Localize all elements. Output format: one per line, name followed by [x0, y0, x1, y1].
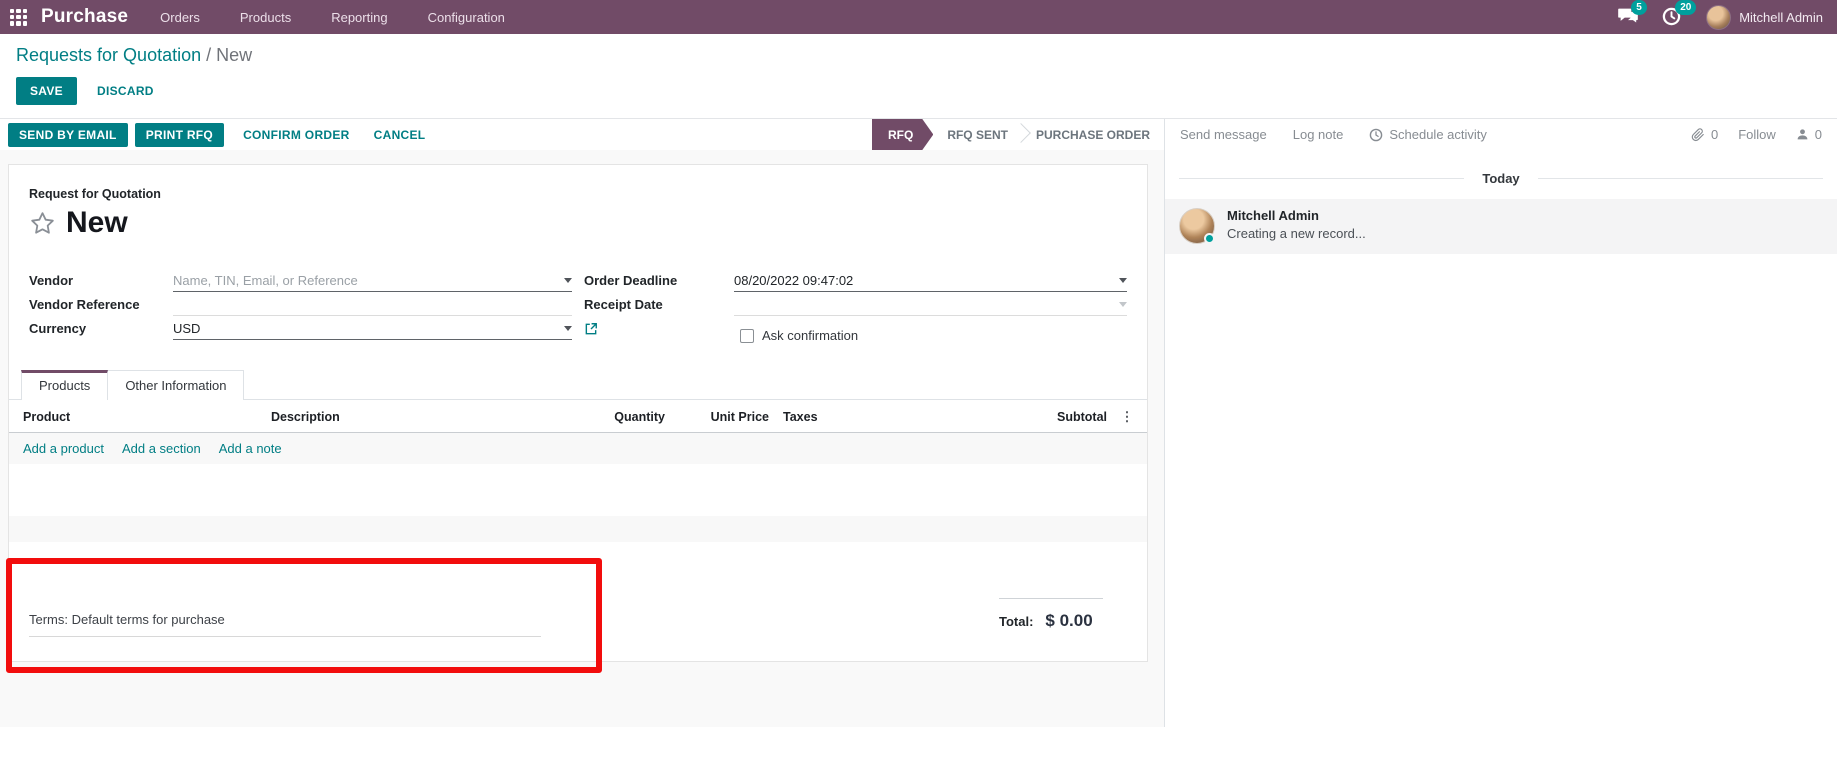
follower-count: 0: [1814, 127, 1822, 142]
menu-products[interactable]: Products: [238, 1, 293, 34]
empty-row: [9, 490, 1147, 516]
send-by-email-button[interactable]: SEND BY EMAIL: [8, 122, 128, 147]
menu-orders[interactable]: Orders: [158, 1, 202, 34]
cancel-button[interactable]: CANCEL: [362, 123, 438, 147]
tab-other-information[interactable]: Other Information: [108, 370, 245, 400]
attachments-button[interactable]: 0: [1691, 127, 1718, 142]
ask-confirmation-checkbox[interactable]: [740, 328, 754, 343]
col-product[interactable]: Product: [9, 410, 271, 424]
empty-row: [9, 542, 1147, 568]
message-author-avatar: [1179, 208, 1215, 244]
vendor-reference-label: Vendor Reference: [29, 297, 140, 312]
currency-dropdown-caret-icon[interactable]: [564, 326, 572, 331]
top-menu: Orders Products Reporting Configuration: [158, 1, 507, 34]
receipt-date-caret-icon[interactable]: [1119, 302, 1127, 307]
col-taxes[interactable]: Taxes: [769, 410, 1021, 424]
col-subtotal[interactable]: Subtotal: [1021, 410, 1107, 424]
col-unit-price[interactable]: Unit Price: [665, 410, 769, 424]
follow-button[interactable]: Follow: [1738, 127, 1776, 142]
menu-reporting[interactable]: Reporting: [329, 1, 389, 34]
total-block: Total: $ 0.00: [999, 598, 1103, 637]
today-label: Today: [1482, 171, 1520, 186]
receipt-date-input[interactable]: [734, 297, 1113, 312]
ask-confirmation-label: Ask confirmation: [762, 328, 859, 343]
discard-button[interactable]: DISCARD: [91, 77, 160, 105]
log-note-button[interactable]: Log note: [1293, 127, 1344, 142]
currency-label: Currency: [29, 321, 87, 336]
notebook-tabs: Products Other Information: [9, 370, 1147, 400]
terms-notes-field[interactable]: Terms: Default terms for purchase: [29, 612, 541, 637]
order-deadline-caret-icon[interactable]: [1119, 278, 1127, 283]
total-label: Total:: [999, 614, 1034, 629]
send-message-button[interactable]: Send message: [1180, 127, 1267, 142]
add-a-product-link[interactable]: Add a product: [23, 441, 104, 456]
menu-configuration[interactable]: Configuration: [426, 1, 507, 34]
breadcrumb-current: New: [216, 45, 253, 65]
form-view: Request for Quotation New Vendor Name, T…: [0, 150, 1165, 727]
schedule-activity-button[interactable]: Schedule activity: [1369, 127, 1487, 142]
chatter-message[interactable]: Mitchell Admin Creating a new record...: [1165, 199, 1837, 254]
favorite-star-icon[interactable]: [29, 210, 56, 237]
add-line-row: Add a product Add a section Add a note: [9, 433, 1147, 464]
optional-columns-icon[interactable]: ⋮: [1107, 409, 1147, 425]
print-rfq-button[interactable]: PRINT RFQ: [134, 122, 225, 147]
order-deadline-input[interactable]: [734, 273, 1113, 288]
user-menu[interactable]: Mitchell Admin: [1706, 4, 1823, 30]
message-author[interactable]: Mitchell Admin: [1227, 208, 1366, 223]
empty-row: [9, 464, 1147, 490]
col-description[interactable]: Description: [271, 410, 569, 424]
stage-rfq-sent[interactable]: RFQ SENT: [933, 119, 1031, 150]
chatter-toolbar: Send message Log note Schedule activity …: [1165, 119, 1837, 150]
schedule-clock-icon: [1369, 128, 1383, 142]
action-row: SEND BY EMAIL PRINT RFQ CONFIRM ORDER CA…: [0, 119, 1837, 150]
app-title[interactable]: Purchase: [41, 6, 128, 28]
total-value: $ 0.00: [1045, 611, 1093, 630]
vendor-dropdown-caret-icon[interactable]: [564, 278, 572, 283]
breadcrumb-separator: /: [206, 45, 212, 65]
status-pipeline: RFQ RFQ SENT PURCHASE ORDER: [872, 119, 1164, 150]
control-panel: Requests for Quotation / New SAVE DISCAR…: [0, 34, 1837, 119]
save-button[interactable]: SAVE: [16, 77, 77, 105]
order-deadline-label: Order Deadline: [584, 273, 678, 288]
order-lines-header: Product Description Quantity Unit Price …: [9, 400, 1147, 433]
vendor-label: Vendor: [29, 273, 74, 288]
paperclip-icon: [1691, 127, 1705, 142]
tab-products[interactable]: Products: [21, 370, 109, 400]
message-body: Creating a new record...: [1227, 226, 1366, 241]
record-title[interactable]: New: [66, 206, 128, 240]
apps-grid-icon[interactable]: [10, 8, 27, 26]
followers-button[interactable]: 0: [1796, 127, 1822, 142]
breadcrumb: Requests for Quotation / New: [16, 45, 1821, 66]
top-navbar: Purchase Orders Products Reporting Confi…: [0, 0, 1837, 34]
chatter-panel: Today Mitchell Admin Creating a new reco…: [1165, 150, 1837, 727]
add-a-note-link[interactable]: Add a note: [219, 441, 282, 456]
messages-button[interactable]: 5: [1618, 0, 1647, 27]
person-icon: [1796, 128, 1809, 141]
confirm-order-button[interactable]: CONFIRM ORDER: [231, 123, 362, 147]
add-a-section-link[interactable]: Add a section: [122, 441, 201, 456]
empty-row: [9, 516, 1147, 542]
stage-rfq[interactable]: RFQ: [872, 119, 933, 150]
user-name: Mitchell Admin: [1739, 9, 1823, 25]
receipt-date-label: Receipt Date: [584, 297, 663, 312]
form-sheet: Request for Quotation New Vendor Name, T…: [8, 164, 1148, 662]
doc-type-label: Request for Quotation: [29, 187, 161, 201]
online-status-dot: [1204, 233, 1215, 244]
stage-purchase-order[interactable]: PURCHASE ORDER: [1022, 119, 1164, 150]
user-avatar: [1706, 4, 1732, 30]
today-divider: Today: [1179, 171, 1824, 186]
vendor-reference-input[interactable]: [173, 297, 572, 312]
vendor-input[interactable]: [173, 273, 558, 288]
messages-badge: 5: [1631, 0, 1647, 15]
activities-button[interactable]: 20: [1662, 0, 1697, 27]
activities-badge: 20: [1675, 0, 1697, 15]
currency-external-link-icon[interactable]: [584, 322, 598, 336]
attachment-count: 0: [1710, 127, 1719, 142]
breadcrumb-parent-link[interactable]: Requests for Quotation: [16, 45, 201, 65]
currency-input[interactable]: [173, 321, 558, 336]
col-quantity[interactable]: Quantity: [569, 410, 665, 424]
